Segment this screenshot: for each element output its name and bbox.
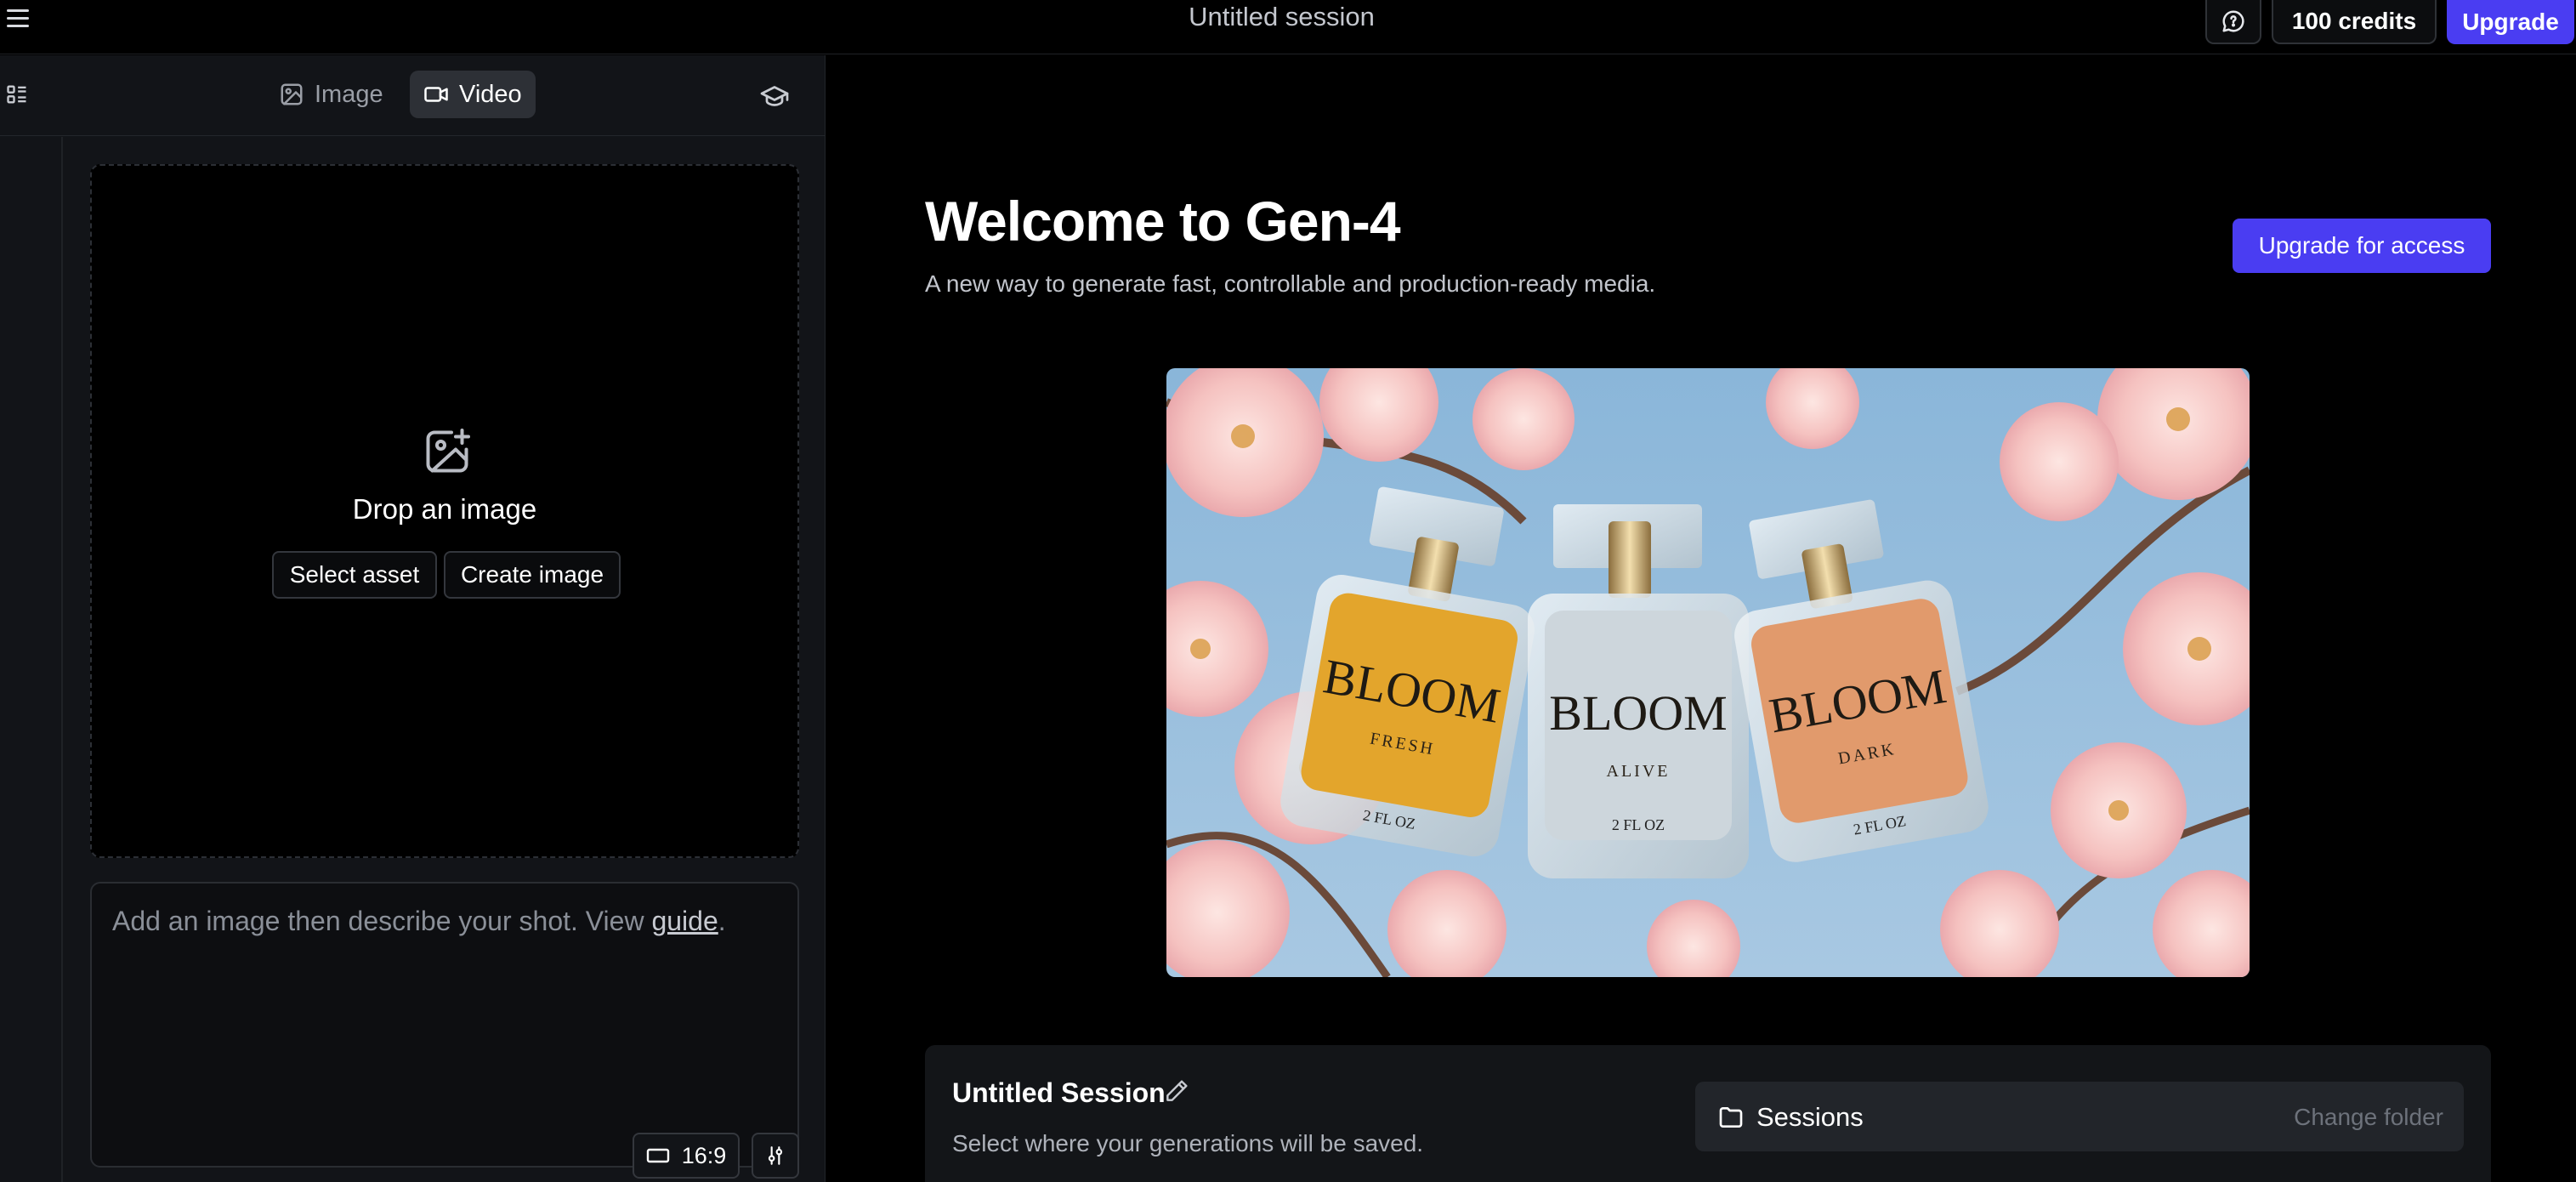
generation-panel: Image Video Drop an image Select asset C…	[0, 55, 826, 1182]
session-name: Untitled Session	[952, 1077, 1166, 1108]
svg-text:ALIVE: ALIVE	[1607, 762, 1671, 781]
svg-text:BLOOM: BLOOM	[1549, 685, 1727, 741]
aspect-ratio-button[interactable]: 16:9	[633, 1133, 740, 1179]
change-folder-button[interactable]: Change folder	[2294, 1104, 2443, 1131]
aspect-ratio-icon	[646, 1148, 669, 1163]
tab-image-label: Image	[315, 80, 383, 108]
session-title[interactable]: Untitled session	[0, 0, 2563, 34]
session-settings-card: Untitled Session Select where your gener…	[925, 1045, 2491, 1182]
side-rail	[61, 137, 63, 1182]
guide-link[interactable]: guide	[651, 906, 718, 936]
upgrade-for-access-button[interactable]: Upgrade for access	[2233, 219, 2491, 273]
image-icon	[281, 83, 303, 105]
tab-image[interactable]: Image	[265, 71, 397, 118]
folder-icon	[1719, 1107, 1743, 1128]
perfume-bottles-illustration: BLOOM FRESH 2 FL OZ BLOOM ALIVE 2 FL OZ …	[1166, 368, 2250, 977]
upgrade-button[interactable]: Upgrade	[2447, 0, 2574, 44]
list-view-icon[interactable]	[5, 82, 29, 106]
video-icon	[424, 87, 448, 102]
prompt-input[interactable]: Add an image then describe your shot. Vi…	[90, 882, 799, 1168]
folder-selector[interactable]: Sessions Change folder	[1695, 1082, 2464, 1151]
settings-button[interactable]	[752, 1133, 799, 1179]
hero-image: BLOOM FRESH 2 FL OZ BLOOM ALIVE 2 FL OZ …	[1166, 368, 2250, 977]
credits-button[interactable]: 100 credits	[2272, 0, 2437, 44]
welcome-title: Welcome to Gen-4	[925, 190, 1401, 253]
tab-video-label: Video	[459, 80, 522, 108]
tab-video[interactable]: Video	[410, 71, 536, 118]
image-dropzone[interactable]: Drop an image Select asset Create image	[90, 164, 799, 858]
graduation-cap-icon[interactable]	[759, 81, 790, 111]
feedback-button[interactable]	[2205, 0, 2261, 44]
create-image-button[interactable]: Create image	[444, 551, 621, 599]
prompt-placeholder: Add an image then describe your shot. Vi…	[112, 906, 652, 936]
aspect-ratio-value: 16:9	[681, 1142, 727, 1168]
pencil-icon[interactable]	[1163, 1077, 1190, 1105]
session-save-hint: Select where your generations will be sa…	[952, 1130, 1424, 1156]
top-bar: Untitled session 100 credits Upgrade	[0, 0, 2576, 54]
chat-bubble-icon	[2222, 10, 2244, 32]
dropzone-title: Drop an image	[352, 493, 537, 525]
svg-text:2 FL OZ: 2 FL OZ	[1612, 816, 1665, 833]
welcome-subtitle: A new way to generate fast, controllable…	[925, 270, 1656, 297]
prompt-trailing: .	[718, 906, 726, 936]
add-image-icon	[426, 429, 470, 473]
select-asset-button[interactable]: Select asset	[272, 551, 437, 599]
folder-name: Sessions	[1756, 1102, 1864, 1132]
mode-tab-bar: Image Video	[0, 55, 826, 136]
sliders-icon	[768, 1146, 783, 1165]
